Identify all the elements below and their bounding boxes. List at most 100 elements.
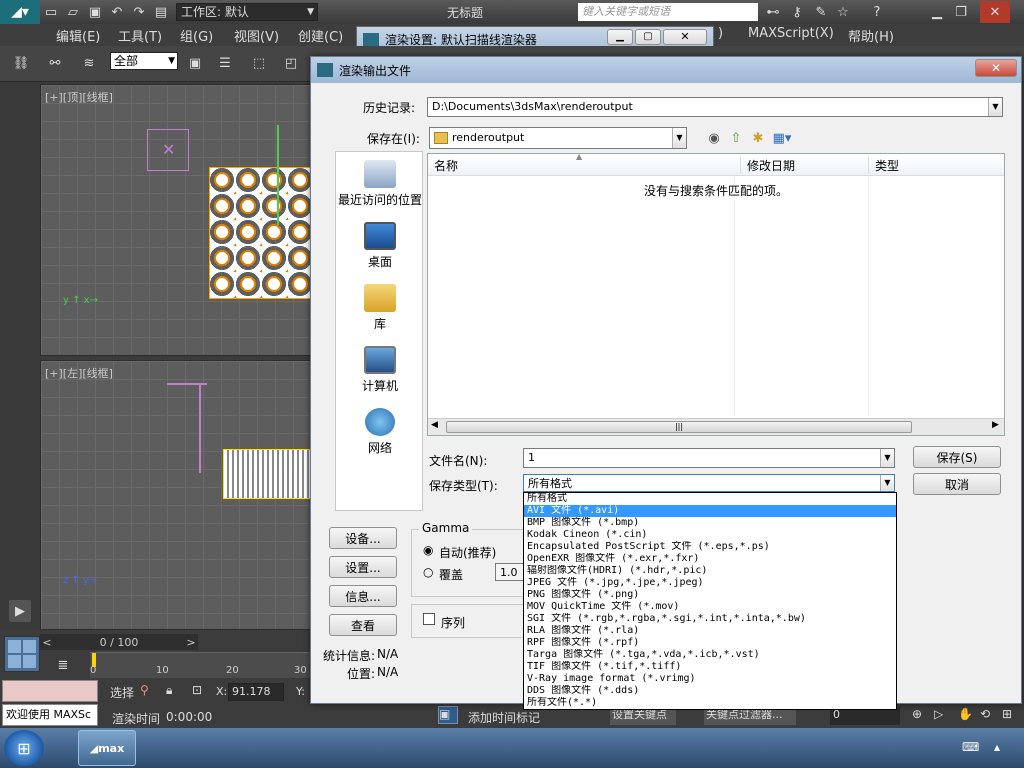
selection-filter-dropdown[interactable]: 全部 ▼	[110, 52, 178, 70]
search-input[interactable]: 键入关键字或短语	[578, 3, 758, 21]
filetype-option[interactable]: 辐射图像文件(HDRI) (*.hdr,*.pic)	[524, 565, 896, 577]
place-library[interactable]: 库	[336, 284, 424, 332]
favorites-star-icon[interactable]: ☆	[832, 1, 854, 23]
save-button[interactable]: 保存(S)	[913, 446, 1001, 468]
filetype-option[interactable]: RLA 图像文件 (*.rla)	[524, 625, 896, 637]
communication-icon[interactable]: ✎	[810, 1, 832, 23]
absolute-mode-icon[interactable]: ⊡	[192, 683, 202, 697]
viewport-top[interactable]: [+][顶][线框] ✕ y ↑ x→	[40, 84, 319, 356]
place-recent[interactable]: 最近访问的位置	[336, 160, 424, 208]
setup-button[interactable]: 设置...	[329, 556, 397, 578]
filetype-option[interactable]: OpenEXR 图像文件 (*.exr,*.fxr)	[524, 553, 896, 565]
maximize-viewport-icon[interactable]: ⊞	[1002, 707, 1012, 721]
place-desktop[interactable]: 桌面	[336, 222, 424, 270]
filetype-dropdown-list[interactable]: 所有格式 AVI 文件 (*.avi) BMP 图像文件 (*.bmp) Kodak …	[523, 492, 897, 710]
filetype-option[interactable]: PNG 图像文件 (*.png)	[524, 589, 896, 601]
play-icon[interactable]: ▶	[9, 600, 31, 622]
save-file-icon[interactable]: ▣	[84, 1, 106, 23]
select-by-name-icon[interactable]: ☰	[214, 52, 236, 74]
filetype-option[interactable]: RPF 图像文件 (*.rpf)	[524, 637, 896, 649]
viewport-layout-icon[interactable]	[4, 636, 40, 672]
time-tag-icon[interactable]: ▣	[438, 706, 458, 724]
filetype-option[interactable]: 所有格式	[524, 493, 896, 505]
keyboard-icon[interactable]: ⌨	[962, 740, 979, 754]
viewport-left[interactable]: [+][左][线框] z ↑ y→	[40, 360, 313, 630]
gamma-value-field[interactable]: 1.0	[495, 563, 525, 581]
filetype-option[interactable]: V-Ray image format (*.vrimg)	[524, 673, 896, 685]
field-of-view-icon[interactable]: ▷	[934, 707, 943, 721]
isolate-icon[interactable]: ⚲	[140, 683, 149, 697]
save-in-dropdown[interactable]: renderoutput ▼	[429, 127, 687, 149]
menu-item-maxscript[interactable]: MAXScript(X)	[748, 26, 834, 41]
key-icon[interactable]: ⚷	[786, 1, 808, 23]
time-slider-next-icon[interactable]: >	[184, 636, 198, 649]
maxscript-listener-white[interactable]: 欢迎使用 MAXSc	[2, 704, 98, 726]
bind-spacewarp-icon[interactable]: ≋	[78, 52, 100, 74]
filetype-option[interactable]: BMP 图像文件 (*.bmp)	[524, 517, 896, 529]
new-folder-icon[interactable]: ✱	[747, 127, 769, 149]
info-button[interactable]: 信息...	[329, 585, 397, 607]
tray-expand-icon[interactable]: ▴	[994, 740, 1000, 754]
minimize-icon[interactable]: ▁	[926, 1, 948, 23]
filetype-option[interactable]: 所有文件(*.*)	[524, 697, 896, 709]
select-object-icon[interactable]: ▣	[184, 52, 206, 74]
menu-item-help[interactable]: 帮助(H)	[848, 26, 894, 45]
filetype-option[interactable]: TIF 图像文件 (*.tif,*.tiff)	[524, 661, 896, 673]
pan-hand-icon[interactable]: ✋	[958, 707, 973, 721]
render-setup-close-button[interactable]: ✕	[663, 29, 707, 45]
view-menu-icon[interactable]: ▦▾	[771, 127, 793, 149]
curve-editor-icon[interactable]: ≣	[52, 654, 74, 676]
menu-item-tools[interactable]: 工具(T)	[118, 26, 162, 45]
sequence-checkbox[interactable]	[423, 613, 435, 625]
menu-item-views[interactable]: 视图(V)	[234, 26, 279, 45]
redo-icon[interactable]: ↷	[128, 1, 150, 23]
dialog-close-button[interactable]: ✕	[975, 59, 1017, 77]
history-dropdown[interactable]: D:\Documents\3dsMax\renderoutput ▼	[427, 97, 1003, 117]
trackbar[interactable]: 0 10 20 30	[90, 652, 312, 678]
maxscript-listener-pink[interactable]	[2, 680, 98, 702]
filetype-select[interactable]: 所有格式 ▼	[523, 474, 895, 492]
filetype-option[interactable]: Targa 图像文件 (*.tga,*.vda,*.icb,*.vst)	[524, 649, 896, 661]
rectangular-selection-icon[interactable]: ⬚	[248, 52, 270, 74]
help-icon[interactable]: ?	[866, 1, 888, 23]
gamma-auto-radio[interactable]: ◉	[423, 543, 433, 557]
scroll-right-icon[interactable]: ▶	[992, 420, 999, 430]
open-file-icon[interactable]: ▱	[62, 1, 84, 23]
menu-item-edit[interactable]: 编辑(E)	[56, 26, 100, 45]
windows-start-button[interactable]: ⊞	[4, 730, 44, 766]
file-list[interactable]: 名称 ▲ 修改日期 类型 没有与搜索条件匹配的项。 ◀ ||| ▶	[427, 152, 1005, 436]
devices-button[interactable]: 设备...	[329, 527, 397, 549]
undo-icon[interactable]: ↶	[106, 1, 128, 23]
place-computer[interactable]: 计算机	[336, 346, 424, 394]
orbit-icon[interactable]: ⟲	[980, 707, 990, 721]
up-folder-icon[interactable]: ⇧	[725, 127, 747, 149]
lock-icon[interactable]: 🔒︎	[166, 683, 172, 698]
filename-input[interactable]: 1 ▼	[523, 448, 895, 468]
filetype-option[interactable]: JPEG 文件 (*.jpg,*.jpe,*.jpeg)	[524, 577, 896, 589]
horizontal-scrollbar[interactable]: ◀ ||| ▶	[428, 418, 1004, 435]
filetype-option[interactable]: SGI 文件 (*.rgb,*.rgba,*.sgi,*.int,*.inta,…	[524, 613, 896, 625]
time-slider[interactable]: < 0 / 100 >	[40, 634, 198, 650]
restore-icon[interactable]: ❐	[950, 1, 972, 23]
filetype-option[interactable]: MOV QuickTime 文件 (*.mov)	[524, 601, 896, 613]
scrollbar-thumb[interactable]: |||	[446, 421, 912, 433]
menu-item-group[interactable]: 组(G)	[180, 26, 213, 45]
window-crossing-icon[interactable]: ◰	[280, 52, 302, 74]
view-button[interactable]: 查看	[329, 614, 397, 636]
menu-item-create[interactable]: 创建(C)	[298, 26, 343, 45]
cancel-button[interactable]: 取消	[913, 473, 1001, 495]
back-icon[interactable]: ◉	[703, 127, 725, 149]
zoom-icon[interactable]: ⊕	[912, 707, 922, 721]
new-file-icon[interactable]: ▭	[40, 1, 62, 23]
menu-item-partial[interactable]: )	[718, 26, 723, 41]
render-setup-restore-button[interactable]: ▢	[635, 29, 661, 45]
taskbar-3dsmax-button[interactable]: ◢max	[78, 730, 136, 766]
column-date[interactable]: 修改日期	[740, 157, 795, 174]
workspace-dropdown[interactable]: 工作区: 默认 ▼	[176, 3, 318, 21]
place-network[interactable]: 网络	[336, 408, 424, 456]
add-time-tag[interactable]: 添加时间标记	[468, 709, 540, 726]
filetype-option[interactable]: Kodak Cineon (*.cin)	[524, 529, 896, 541]
app-logo-icon[interactable]: ◢▾	[0, 0, 40, 24]
x-coordinate-field[interactable]: 91.178	[228, 683, 284, 701]
binoculars-icon[interactable]: ⊷	[762, 1, 784, 23]
